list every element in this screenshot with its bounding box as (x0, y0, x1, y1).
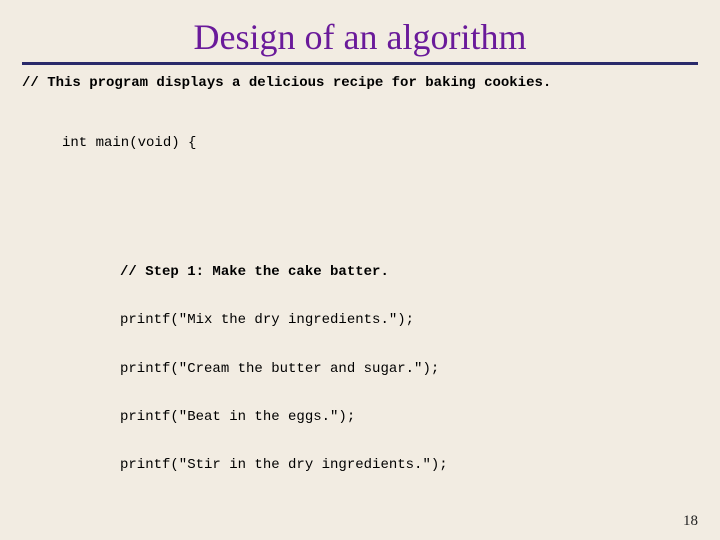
code-line: printf("Beat in the eggs."); (120, 409, 698, 425)
title-rule (22, 62, 698, 65)
page-number: 18 (683, 513, 698, 530)
function-signature: int main(void) { (62, 135, 698, 151)
code-line: printf("Mix the dry ingredients."); (120, 312, 698, 328)
step-block-1: // Step 1: Make the cake batter. printf(… (62, 200, 698, 538)
slide-title: Design of an algorithm (22, 16, 698, 58)
intro-comment: // This program displays a delicious rec… (22, 75, 698, 91)
code-line: printf("Stir in the dry ingredients."); (120, 457, 698, 473)
step-comment: // Step 1: Make the cake batter. (120, 264, 698, 280)
code-block: int main(void) { // Step 1: Make the cak… (62, 103, 698, 540)
slide: Design of an algorithm // This program d… (0, 0, 720, 540)
code-line: printf("Cream the butter and sugar."); (120, 361, 698, 377)
